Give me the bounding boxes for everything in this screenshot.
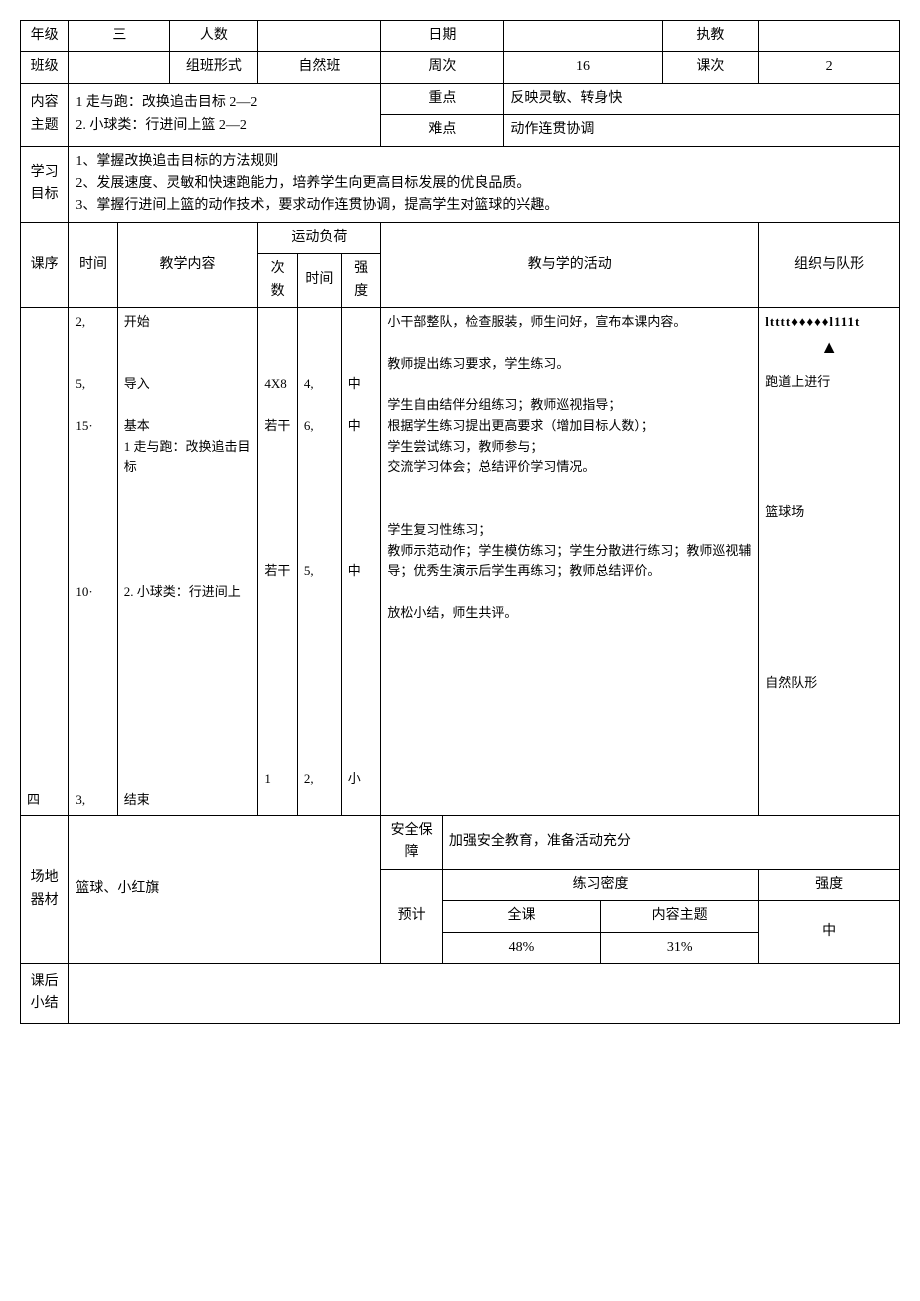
col-formation: 组织与队形: [759, 222, 900, 307]
intensity-value: 中: [759, 901, 900, 964]
footer-row-1: 场地器材 篮球、小红旗 安全保障 加强安全教育，准备活动充分: [21, 816, 900, 870]
content-theme-text: 1 走与跑：改换追击目标 2—2 2. 小球类：行进间上篮 2—2: [69, 83, 381, 146]
class-label: 班级: [21, 52, 69, 83]
summary-text: [69, 963, 900, 1023]
date-label: 日期: [381, 21, 504, 52]
col-activity: 教与学的活动: [381, 222, 759, 307]
classform-value: 自然班: [258, 52, 381, 83]
density-label: 练习密度: [442, 869, 758, 900]
grade-label: 年级: [21, 21, 69, 52]
col-content: 教学内容: [117, 222, 258, 307]
summary-label: 课后小结: [21, 963, 69, 1023]
summary-row: 课后小结: [21, 963, 900, 1023]
session-label: 课次: [662, 52, 759, 83]
formation-text-2: 篮球场: [765, 502, 893, 523]
people-label: 人数: [170, 21, 258, 52]
col-dur: 时间: [297, 254, 341, 308]
lesson-plan-table: 年级 三 人数 日期 执教 班级 组班形式 自然班 周次 16 课次 2 内容主…: [20, 20, 900, 1024]
date-value: [504, 21, 662, 52]
venue-label: 场地器材: [21, 816, 69, 964]
week-value: 16: [504, 52, 662, 83]
body-times: 2, 5, 15· 10· 3,: [69, 307, 117, 815]
venue-text: 篮球、小红旗: [69, 816, 381, 964]
goals-text: 1、掌握改换追击目标的方法规则 2、发展速度、灵敏和快速跑能力，培养学生向更高目…: [69, 146, 900, 222]
body-content: 开始 导入 基本 1 走与跑：改换追击目标 2. 小球类：行进间上 结束: [117, 307, 258, 815]
people-value: [258, 21, 381, 52]
safety-text: 加强安全教育，准备活动充分: [442, 816, 899, 870]
body-dur: 4, 6, 5, 2,: [297, 307, 341, 815]
col-seq: 课序: [21, 222, 69, 307]
col-time: 时间: [69, 222, 117, 307]
body-reps: 4X8 若干 若干 1: [258, 307, 298, 815]
content-theme-row-1: 内容主题 1 走与跑：改换追击目标 2—2 2. 小球类：行进间上篮 2—2 重…: [21, 83, 900, 114]
body-activity: 小干部整队，检查服装，师生问好，宣布本课内容。 教师提出练习要求，学生练习。 学…: [381, 307, 759, 815]
lesson-body-row: 四 2, 5, 15· 10· 3, 开始 导入 基本 1 走与跑：改换追击目标…: [21, 307, 900, 815]
estimate-label: 预计: [381, 869, 443, 963]
theme-cell: 内容主题 31%: [601, 901, 759, 964]
week-label: 周次: [381, 52, 504, 83]
key-label: 重点: [381, 83, 504, 114]
theme-value: 31%: [607, 933, 752, 959]
body-seq: 四: [21, 307, 69, 815]
key-text: 反映灵敏、转身快: [504, 83, 900, 114]
teacher-label: 执教: [662, 21, 759, 52]
header-row-2: 班级 组班形式 自然班 周次 16 课次 2: [21, 52, 900, 83]
teacher-value: [759, 21, 900, 52]
goals-row: 学习目标 1、掌握改换追击目标的方法规则 2、发展速度、灵敏和快速跑能力，培养学…: [21, 146, 900, 222]
formation-triangle-icon: ▲: [765, 333, 893, 362]
header-row-1: 年级 三 人数 日期 执教: [21, 21, 900, 52]
classform-label: 组班形式: [170, 52, 258, 83]
col-load: 运动负荷: [258, 222, 381, 253]
formation-text-1: 跑道上进行: [765, 372, 893, 393]
grade-value: 三: [69, 21, 170, 52]
col-intensity: 强度: [341, 254, 381, 308]
formation-text-3: 自然队形: [765, 673, 893, 694]
content-theme-label: 内容主题: [21, 83, 69, 146]
formation-symbol: ltttt♦♦♦♦♦l111t: [765, 312, 893, 333]
column-header-row-1: 课序 时间 教学内容 运动负荷 教与学的活动 组织与队形: [21, 222, 900, 253]
theme-label: 内容主题: [601, 901, 758, 932]
full-value: 48%: [449, 933, 594, 959]
full-cell: 全课 48%: [442, 901, 600, 964]
class-value: [69, 52, 170, 83]
full-label: 全课: [443, 901, 600, 932]
diff-label: 难点: [381, 115, 504, 146]
intensity-label: 强度: [759, 869, 900, 900]
body-intensity: 中 中 中 小: [341, 307, 381, 815]
goals-label: 学习目标: [21, 146, 69, 222]
safety-label: 安全保障: [381, 816, 443, 870]
diff-text: 动作连贯协调: [504, 115, 900, 146]
col-reps: 次数: [258, 254, 298, 308]
body-formation: ltttt♦♦♦♦♦l111t ▲ 跑道上进行 篮球场 自然队形: [759, 307, 900, 815]
session-value: 2: [759, 52, 900, 83]
